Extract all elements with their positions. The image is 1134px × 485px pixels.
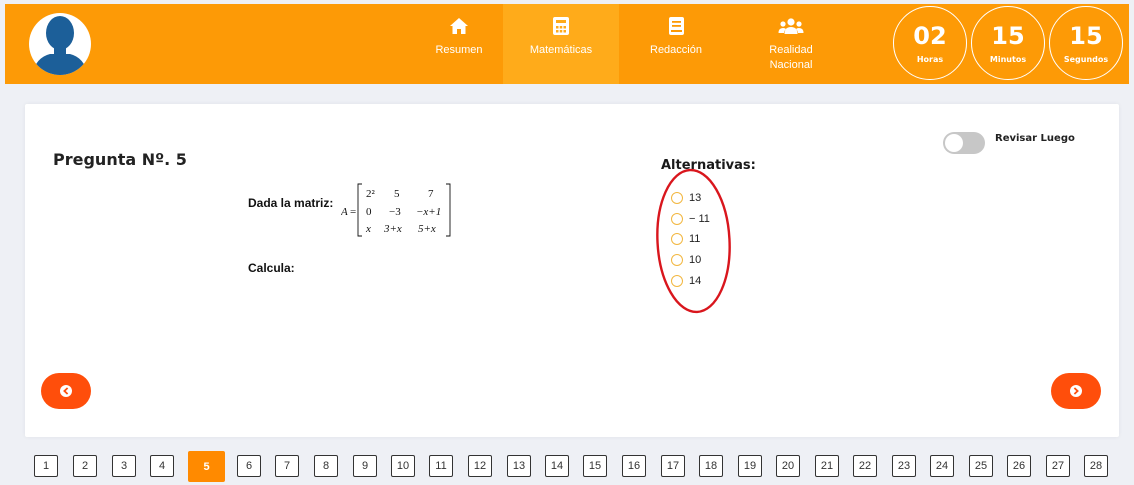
- alternative-option[interactable]: 10: [671, 250, 710, 271]
- matrix-cell: 5: [394, 188, 400, 200]
- question-card: Pregunta Nº. 5 Dada la matriz: A = 2² 5 …: [25, 104, 1119, 437]
- page-button-11[interactable]: 11: [429, 455, 453, 477]
- timer-seconds: 15 Segundos: [1049, 6, 1123, 80]
- toggle-knob: [945, 134, 963, 152]
- matrix-left-bracket: [357, 183, 362, 237]
- page-button-4[interactable]: 4: [150, 455, 174, 477]
- page-button-21[interactable]: 21: [815, 455, 839, 477]
- question-text: Dada la matriz:: [248, 196, 334, 210]
- alternative-option[interactable]: 14: [671, 270, 710, 291]
- page-button-7[interactable]: 7: [275, 455, 299, 477]
- timer-unit: Segundos: [1063, 55, 1109, 64]
- nav-item-redaccion[interactable]: Redacción: [631, 4, 721, 84]
- page-button-24[interactable]: 24: [930, 455, 954, 477]
- alternative-label: 13: [689, 192, 702, 205]
- radio-icon[interactable]: [671, 233, 683, 246]
- timer-unit: Horas: [916, 55, 944, 64]
- nav-label: Matemáticas: [529, 44, 593, 56]
- user-avatar-icon: [29, 13, 91, 75]
- nav-label: Redacción: [650, 44, 702, 56]
- alternative-option[interactable]: 13: [671, 188, 710, 209]
- alternatives-list: 13 − 11 11 10 14: [671, 188, 710, 291]
- matrix-cell: 7: [428, 188, 434, 200]
- matrix-equals: =: [350, 206, 356, 218]
- page-button-12[interactable]: 12: [468, 455, 492, 477]
- book-icon: [668, 17, 684, 35]
- question-calc: Calcula:: [248, 261, 295, 275]
- matrix-cell: x: [365, 223, 371, 235]
- alternatives-title: Alternativas:: [661, 158, 756, 173]
- next-button[interactable]: [1051, 373, 1101, 409]
- arrow-right-circle-icon: [1070, 385, 1082, 397]
- question-title: Pregunta Nº. 5: [53, 150, 187, 169]
- users-icon: [778, 18, 804, 34]
- calculator-icon: [553, 17, 569, 35]
- matrix-cell: 2²: [366, 188, 376, 200]
- alternative-option[interactable]: 11: [671, 229, 710, 250]
- matrix-right-bracket: [446, 183, 451, 237]
- page-button-18[interactable]: 18: [699, 455, 723, 477]
- page-button-2[interactable]: 2: [73, 455, 97, 477]
- page-button-23[interactable]: 23: [892, 455, 916, 477]
- nav-label: Realidad Nacional: [769, 44, 813, 71]
- matrix-name: A: [341, 206, 348, 218]
- matrix-cell: 0: [366, 206, 372, 218]
- radio-icon[interactable]: [671, 254, 683, 267]
- matrix-cell: 5+x: [418, 223, 436, 235]
- matrix-cell: −x+1: [416, 206, 441, 218]
- page-button-15[interactable]: 15: [583, 455, 607, 477]
- timer-hours: 02 Horas: [893, 6, 967, 80]
- page-button-28[interactable]: 28: [1084, 455, 1108, 477]
- radio-icon[interactable]: [671, 192, 683, 205]
- timer-minutes: 15 Minutos: [971, 6, 1045, 80]
- nav-item-resumen[interactable]: Resumen: [415, 4, 503, 84]
- nav-item-matematicas[interactable]: Matemáticas: [503, 4, 619, 84]
- nav-item-realidad-nacional[interactable]: Realidad Nacional: [741, 4, 841, 84]
- timer-value: 15: [991, 22, 1025, 50]
- page-button-14[interactable]: 14: [545, 455, 569, 477]
- page-button-13[interactable]: 13: [507, 455, 531, 477]
- review-later-label: Revisar Luego: [995, 133, 1075, 144]
- page-button-27[interactable]: 27: [1046, 455, 1070, 477]
- previous-button[interactable]: [41, 373, 91, 409]
- alternative-option[interactable]: − 11: [671, 209, 710, 230]
- matrix-cell: −3: [389, 206, 401, 218]
- page-button-9[interactable]: 9: [353, 455, 377, 477]
- page-button-26[interactable]: 26: [1007, 455, 1031, 477]
- page-button-3[interactable]: 3: [112, 455, 136, 477]
- radio-icon[interactable]: [671, 212, 683, 225]
- page-button-20[interactable]: 20: [776, 455, 800, 477]
- page-button-22[interactable]: 22: [853, 455, 877, 477]
- review-later-toggle[interactable]: [943, 132, 985, 154]
- nav-label: Resumen: [435, 44, 483, 56]
- page-button-6[interactable]: 6: [237, 455, 261, 477]
- arrow-left-circle-icon: [60, 385, 72, 397]
- page-button-25[interactable]: 25: [969, 455, 993, 477]
- page-button-17[interactable]: 17: [661, 455, 685, 477]
- alternative-label: 14: [689, 274, 702, 287]
- timer-value: 02: [913, 22, 947, 50]
- page-button-19[interactable]: 19: [738, 455, 762, 477]
- page-button-16[interactable]: 16: [622, 455, 646, 477]
- alternative-label: − 11: [689, 212, 710, 225]
- page-button-8[interactable]: 8: [314, 455, 338, 477]
- matrix-cell: 3+x: [383, 223, 402, 235]
- radio-icon[interactable]: [671, 274, 683, 287]
- home-icon: [450, 18, 468, 34]
- timer-value: 15: [1069, 22, 1103, 50]
- page-button-10[interactable]: 10: [391, 455, 415, 477]
- alternative-label: 10: [689, 254, 702, 267]
- timer-unit: Minutos: [989, 55, 1027, 64]
- top-bar: Resumen Matemáticas Redacción Realidad N…: [5, 4, 1129, 84]
- alternative-label: 11: [689, 233, 701, 246]
- matrix-a: A = 2² 5 7 0 −3 −x+1 x 3+x 5+x: [341, 183, 451, 237]
- page-button-5[interactable]: 5: [188, 451, 225, 482]
- page-button-1[interactable]: 1: [34, 455, 58, 477]
